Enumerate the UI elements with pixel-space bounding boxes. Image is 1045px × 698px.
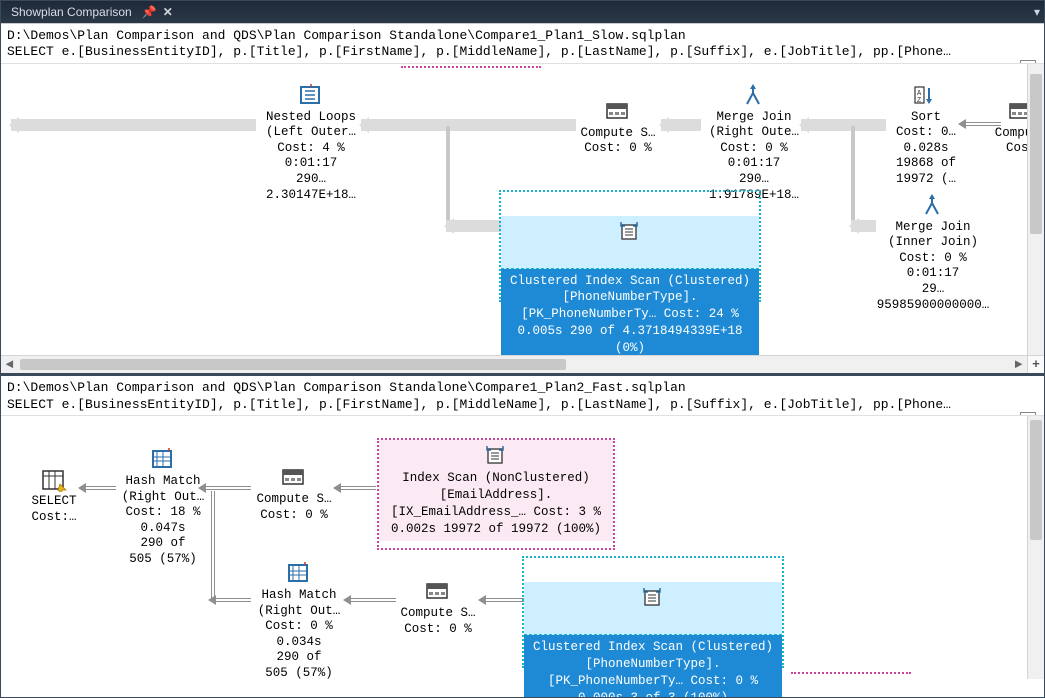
node-nested-loops[interactable]: Nested Loops (Left Outer… Cost: 4 % 0:01…: [251, 84, 371, 204]
hash-match-icon: [149, 448, 177, 472]
zoom-button[interactable]: +: [1027, 356, 1044, 373]
bottom-plan-canvas[interactable]: SELECT Cost:… Hash Match (Right Out… Cos…: [1, 416, 1044, 697]
close-icon[interactable]: ✕: [163, 5, 173, 19]
sort-icon: [912, 84, 940, 108]
node-select[interactable]: SELECT Cost:…: [19, 468, 89, 525]
index-scan-icon: [482, 444, 510, 468]
connector: [851, 126, 855, 226]
scrollbar-thumb[interactable]: [20, 359, 566, 370]
scrollbar-thumb[interactable]: [1030, 74, 1042, 234]
vertical-scrollbar[interactable]: [1027, 416, 1044, 679]
node-hash-match[interactable]: Hash Match (Right Out… Cost: 18 % 0.047s…: [113, 448, 213, 568]
node-compute-scalar[interactable]: Compute S… Cost: 0 %: [573, 100, 663, 157]
connector: [801, 119, 886, 131]
top-plan-query: SELECT e.[BusinessEntityID], p.[Title], …: [7, 44, 1038, 60]
hash-match-icon: [285, 562, 313, 586]
node-compute-scalar[interactable]: Compute S… Cost: 0 %: [249, 466, 339, 523]
region-marker: [791, 672, 911, 676]
node-clustered-index-scan[interactable]: Clustered Index Scan (Clustered) [PhoneN…: [501, 216, 759, 361]
node-hash-match[interactable]: Hash Match (Right Out… Cost: 0 % 0.034s …: [249, 562, 349, 682]
node-clustered-index-scan[interactable]: Clustered Index Scan (Clustered) [PhoneN…: [524, 582, 782, 697]
compute-scalar-icon: [424, 580, 452, 604]
compute-scalar-icon: [280, 466, 308, 490]
scrollbar-thumb[interactable]: [1030, 420, 1042, 540]
merge-join-icon: [919, 194, 947, 218]
connector: [446, 220, 501, 232]
node-index-scan[interactable]: Index Scan (NonClustered) [EmailAddress]…: [379, 440, 613, 542]
index-scan-icon: [616, 220, 644, 244]
window-title: Showplan Comparison: [5, 5, 138, 19]
connector: [361, 119, 576, 131]
region-marker: [401, 64, 541, 68]
top-plan-path: D:\Demos\Plan Comparison and QDS\Plan Co…: [7, 28, 1038, 44]
horizontal-scrollbar[interactable]: [18, 356, 1010, 373]
bottom-plan-path: D:\Demos\Plan Comparison and QDS\Plan Co…: [7, 380, 1038, 396]
connector: [446, 126, 450, 226]
scroll-right-icon[interactable]: ►: [1010, 356, 1027, 373]
top-plan-pane: D:\Demos\Plan Comparison and QDS\Plan Co…: [1, 23, 1044, 373]
node-merge-join[interactable]: Merge Join (Right Oute… Cost: 0 % 0:01:1…: [699, 84, 809, 204]
merge-join-icon: [740, 84, 768, 108]
connector: [481, 598, 526, 608]
window-menu-icon[interactable]: ▾: [1034, 5, 1040, 19]
bottom-plan-header: D:\Demos\Plan Comparison and QDS\Plan Co…: [1, 376, 1044, 415]
nested-loops-icon: [297, 84, 325, 108]
connector: [346, 598, 396, 608]
select-icon: [40, 468, 68, 492]
index-scan-icon: [639, 586, 667, 610]
scroll-left-icon[interactable]: ◄: [1, 356, 18, 373]
titlebar: Showplan Comparison 📌 ✕ ▾: [1, 1, 1044, 23]
connector: [336, 486, 376, 496]
node-sort[interactable]: Sort Cost: 0… 0.028s 19868 of 19972 (…: [881, 84, 971, 188]
top-plan-canvas[interactable]: Nested Loops (Left Outer… Cost: 4 % 0:01…: [1, 64, 1044, 374]
connector: [661, 119, 701, 131]
node-compute-scalar[interactable]: Compute S… Cost: 0 %: [393, 580, 483, 637]
connector: [11, 119, 256, 131]
top-plan-header: D:\Demos\Plan Comparison and QDS\Plan Co…: [1, 24, 1044, 63]
connector: [211, 598, 251, 608]
bottom-plan-query: SELECT e.[BusinessEntityID], p.[Title], …: [7, 397, 1038, 413]
pin-icon[interactable]: 📌: [142, 5, 157, 19]
vertical-scrollbar[interactable]: [1027, 64, 1044, 356]
node-merge-join[interactable]: Merge Join (Inner Join) Cost: 0 % 0:01:1…: [863, 194, 1003, 314]
compute-scalar-icon: [604, 100, 632, 124]
bottom-plan-pane: D:\Demos\Plan Comparison and QDS\Plan Co…: [1, 373, 1044, 697]
